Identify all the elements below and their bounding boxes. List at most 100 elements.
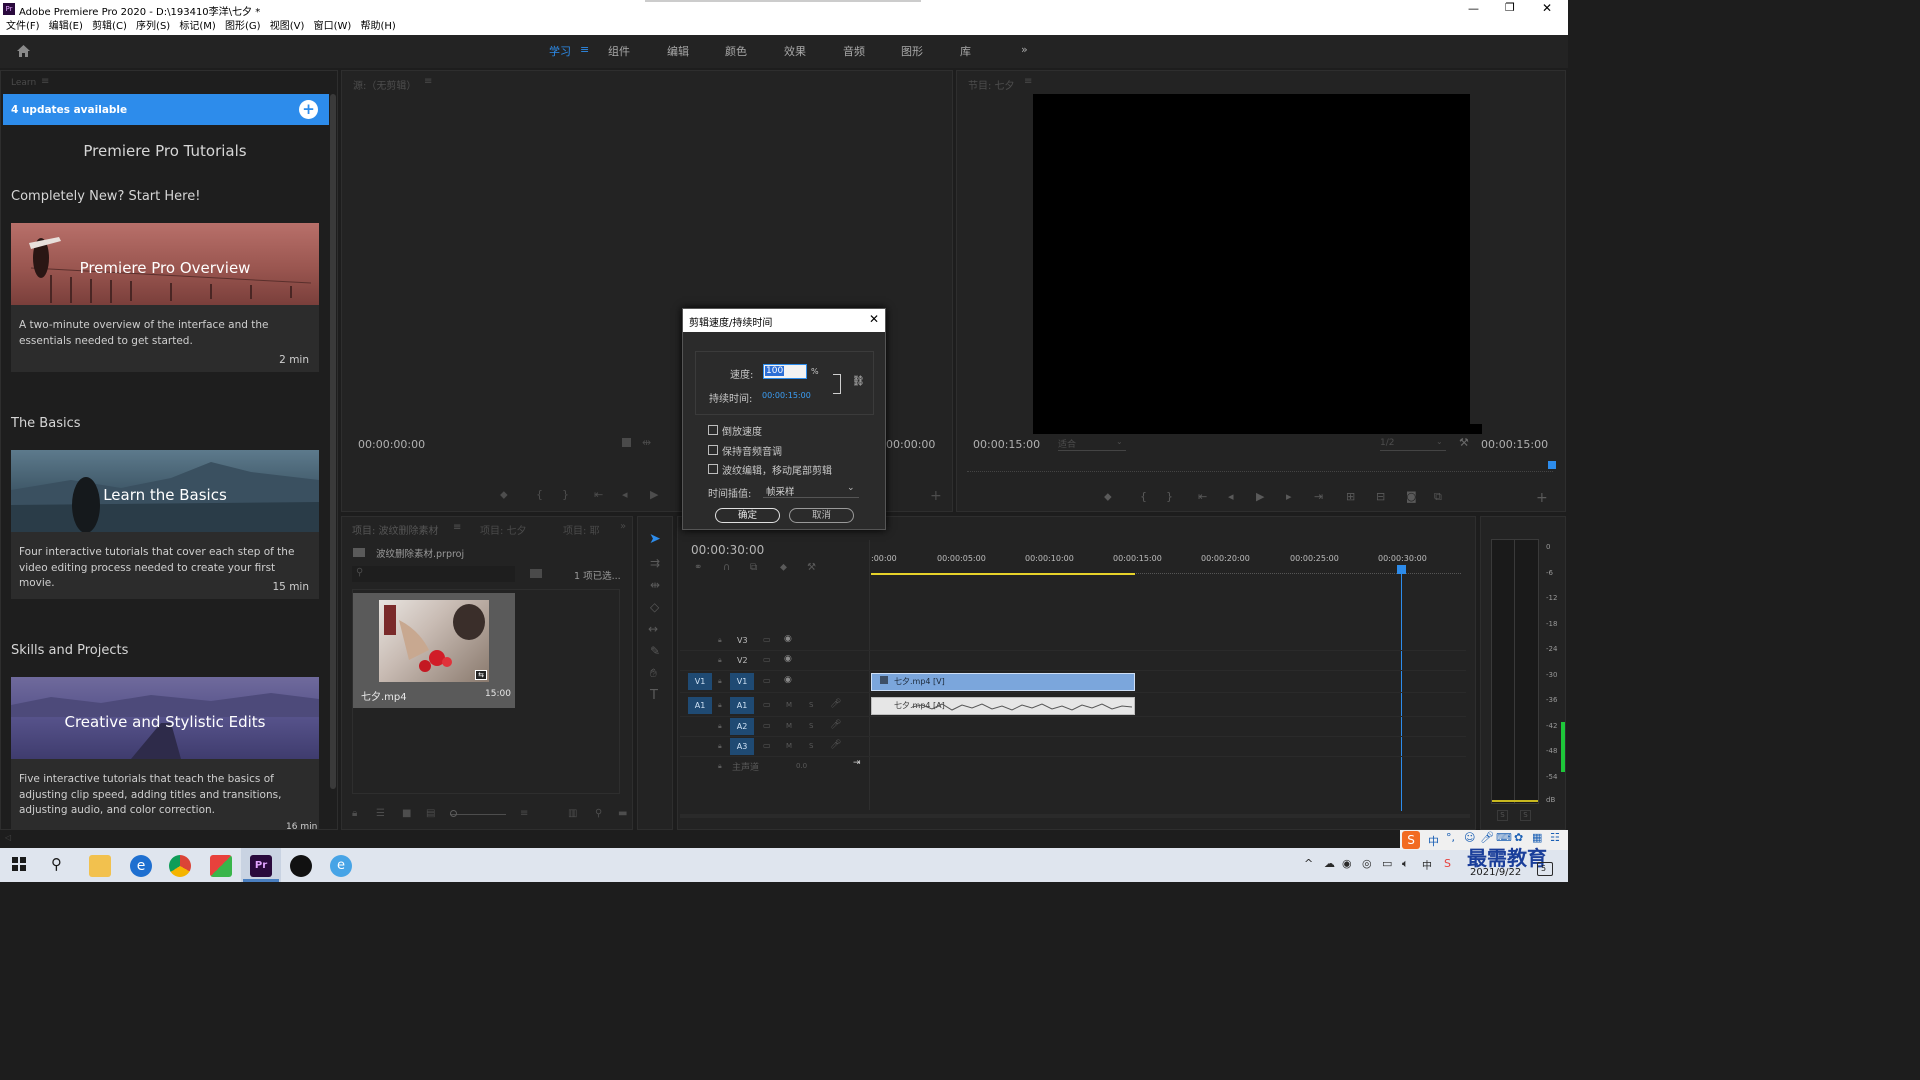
new-bin-icon[interactable] [530, 569, 542, 578]
notification-center-icon[interactable]: 5 [1537, 862, 1553, 876]
program-mark-out-icon[interactable]: } [1166, 490, 1173, 503]
timeline-scrollbar[interactable] [680, 814, 1470, 818]
edge-browser-icon[interactable]: e [130, 855, 152, 877]
track-eye-icon[interactable]: ◉ [784, 675, 792, 685]
ie-browser-icon[interactable]: e [330, 855, 352, 877]
project-search-input[interactable]: ⚲ [352, 566, 515, 582]
program-camera-icon[interactable]: ◙ [1406, 490, 1417, 503]
mute-button[interactable]: M [786, 701, 792, 709]
tutorial-card-overview[interactable]: Premiere Pro Overview A two-minute overv… [11, 223, 319, 372]
ime-mode-label[interactable]: 中 [1428, 833, 1439, 849]
tray-app-icon[interactable]: ◎ [1362, 857, 1372, 870]
ime-menu-icon[interactable]: ☷ [1550, 831, 1560, 844]
chain-link-icon[interactable]: ⛓︎ [852, 376, 865, 387]
program-marker-icon[interactable]: ⬥ [1104, 490, 1112, 504]
add-marker-icon[interactable]: ⬥ [780, 562, 787, 573]
zoom-slider-handle[interactable] [450, 810, 457, 817]
track-target-a2[interactable]: A2 [730, 718, 754, 735]
microphone-icon[interactable]: 🎤︎ [830, 740, 841, 750]
program-wrench-icon[interactable]: ⚒ [1459, 436, 1469, 449]
workspace-tab-effects[interactable]: 效果 [784, 43, 806, 59]
track-label-v2[interactable]: V2 [737, 656, 748, 665]
microphone-icon[interactable]: 🎤︎ [830, 699, 841, 709]
program-step-forward-icon[interactable]: ▸ [1286, 490, 1292, 503]
mute-button[interactable]: M [786, 742, 792, 750]
audio-clip[interactable]: 七夕.mp4 [A] [871, 697, 1135, 715]
project-tab-ripple[interactable]: 项目: 波纹删除素材 [352, 522, 439, 537]
plus-circle-icon[interactable]: + [299, 100, 318, 119]
menu-sequence[interactable]: 序列(S) [136, 18, 170, 35]
tray-network-icon[interactable]: ▭ [1382, 857, 1392, 870]
freeform-view-icon[interactable]: ▤ [426, 808, 435, 819]
reverse-speed-checkbox[interactable] [708, 425, 718, 435]
track-lock-icon[interactable]: 🔒︎ [718, 742, 722, 751]
source-label[interactable]: 源:（无剪辑） [353, 77, 416, 92]
selection-tool-icon[interactable]: ➤ [649, 531, 661, 547]
track-eye-icon[interactable]: ◉ [784, 634, 792, 644]
solo-button[interactable]: S [809, 701, 813, 709]
mute-button[interactable]: M [786, 722, 792, 730]
source-patch-v1[interactable]: V1 [688, 673, 712, 690]
chrome-icon[interactable] [169, 855, 191, 877]
lock-icon[interactable]: 🔒︎ [352, 808, 357, 819]
source-timecode-left[interactable]: 00:00:00:00 [358, 438, 425, 451]
windows-start-icon[interactable] [12, 857, 26, 871]
track-lock-icon[interactable]: 🔒︎ [718, 636, 722, 645]
workspace-tab-libraries[interactable]: 库 [960, 43, 971, 59]
linked-selection-icon[interactable]: ⧉ [750, 562, 757, 573]
ime-punctuation-icon[interactable]: °, [1446, 831, 1455, 844]
program-timecode-left[interactable]: 00:00:15:00 [973, 438, 1040, 451]
workspace-tab-assembly[interactable]: 组件 [608, 43, 630, 59]
workspace-tab-audio[interactable]: 音频 [843, 43, 865, 59]
menu-edit[interactable]: 编辑(E) [49, 18, 83, 35]
tray-ime-label[interactable]: 中 [1422, 857, 1432, 872]
icon-view-icon[interactable]: ■ [402, 808, 411, 819]
track-film-icon[interactable]: ▭ [763, 676, 771, 685]
maximize-button[interactable]: ❐ [1505, 1, 1515, 14]
menu-help[interactable]: 帮助(H) [361, 18, 396, 35]
razor-tool-icon[interactable]: ◇ [650, 600, 659, 614]
track-label-v3[interactable]: V3 [737, 636, 748, 645]
program-timecode-right[interactable]: 00:00:15:00 [1481, 438, 1548, 451]
timeline-playhead-handle[interactable] [1397, 565, 1406, 574]
track-target-a3[interactable]: A3 [730, 738, 754, 755]
source-insert-icon[interactable]: ⇹ [642, 436, 651, 449]
source-marker-icon[interactable]: ⬥ [500, 488, 508, 502]
keep-pitch-checkbox[interactable] [708, 445, 718, 455]
tray-volume-icon[interactable]: 🔈︎ [1402, 857, 1409, 871]
zoom-slider[interactable] [450, 814, 506, 815]
program-playhead[interactable] [1548, 461, 1556, 469]
taskbar-date[interactable]: 2021/9/22 [1470, 867, 1521, 878]
project-tabs-overflow-icon[interactable]: » [620, 521, 626, 532]
interpolation-select[interactable]: 帧采样 ⌄ [763, 483, 859, 498]
track-lock-icon[interactable]: 🔒︎ [718, 656, 722, 665]
menu-view[interactable]: 视图(V) [270, 18, 305, 35]
minimize-button[interactable]: — [1468, 2, 1479, 15]
source-patch-a1[interactable]: A1 [688, 697, 712, 714]
clip-thumbnail-card[interactable]: ⇆ 七夕.mp4 15:00 [353, 593, 515, 708]
file-explorer-icon[interactable] [89, 855, 111, 877]
menu-graphics[interactable]: 图形(G) [225, 18, 261, 35]
track-film-icon[interactable]: ▭ [763, 655, 771, 664]
program-mark-in-icon[interactable]: { [1140, 490, 1147, 503]
microphone-icon[interactable]: 🎤︎ [830, 720, 841, 730]
hand-tool-icon[interactable]: ✋︎ [650, 666, 657, 681]
meter-solo-left-button[interactable]: S [1497, 810, 1508, 821]
snap-icon[interactable]: ∩ [723, 562, 730, 573]
sogou-logo-icon[interactable]: S [1402, 831, 1420, 849]
program-resolution-select[interactable]: 1/2 ⌄ [1380, 437, 1446, 451]
source-mark-in-icon[interactable]: { [536, 488, 543, 501]
track-lock-icon[interactable]: 🔒︎ [718, 701, 722, 710]
sogou-tray-icon[interactable]: S [1444, 857, 1451, 870]
dialog-close-button[interactable]: ✕ [869, 312, 879, 326]
ok-button[interactable]: 确定 [715, 508, 780, 523]
learn-panel-label[interactable]: Learn [11, 78, 36, 88]
ripple-edit-tool-icon[interactable]: ⇹ [650, 578, 660, 592]
program-play-icon[interactable]: ▶ [1256, 490, 1264, 503]
ripple-edit-checkbox[interactable] [708, 464, 718, 474]
speed-input[interactable]: 100 [763, 364, 807, 379]
workspace-menu-icon[interactable]: ≡ [580, 43, 589, 56]
source-go-in-icon[interactable]: ⇤ [594, 488, 603, 501]
source-menu-icon[interactable]: ≡ [424, 76, 432, 87]
tutorial-card-creative[interactable]: Creative and Stylistic Edits Five intera… [11, 677, 319, 830]
